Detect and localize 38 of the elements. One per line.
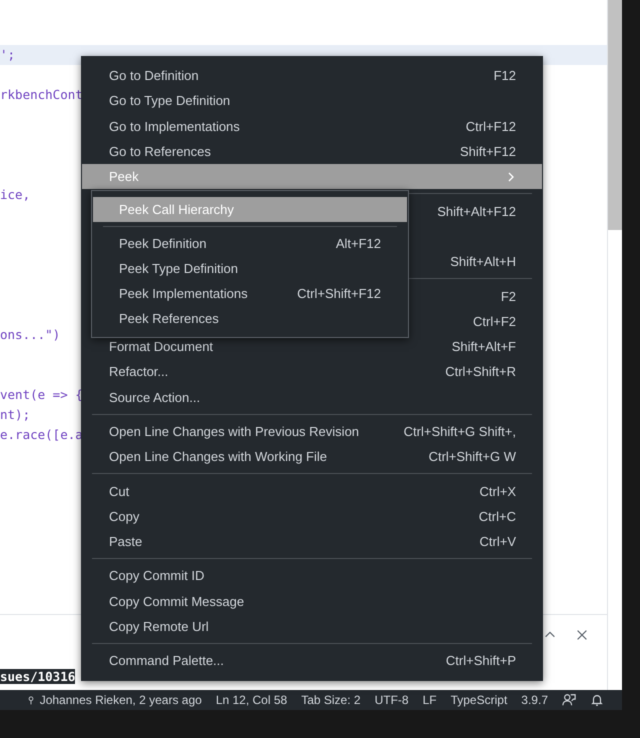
menu-item[interactable]: Peek Type Definition xyxy=(93,256,407,281)
menu-item[interactable]: Peek References xyxy=(93,306,407,331)
close-icon xyxy=(575,628,589,642)
menu-item[interactable]: Cut Ctrl+X xyxy=(82,478,542,504)
menu-item[interactable]: Copy Remote Url xyxy=(82,614,542,640)
menu-item[interactable]: Go to References Shift+F12 xyxy=(82,138,542,164)
feedback-icon xyxy=(562,693,576,707)
menu-item[interactable]: Go to Implementations Ctrl+F12 xyxy=(82,114,542,139)
menu-item[interactable]: Peek Definition Alt+F12 xyxy=(93,231,407,256)
menu-item[interactable]: Refactor... Ctrl+Shift+R xyxy=(82,359,542,385)
menu-item[interactable]: Paste Ctrl+V xyxy=(82,529,542,554)
code-line: ons...") xyxy=(0,327,60,342)
status-item[interactable]: TypeScript xyxy=(450,693,508,707)
terminal-text: sues/10316 xyxy=(0,669,76,684)
menu-item[interactable]: Command Palette... Ctrl+Shift+P xyxy=(82,648,542,674)
status-item[interactable]: UTF-8 xyxy=(374,693,409,707)
code-line: rkbenchCont xyxy=(0,87,83,102)
code-line: nt); xyxy=(0,407,30,422)
code-line: ice, xyxy=(0,187,30,202)
menu-item[interactable]: Copy Ctrl+C xyxy=(82,504,542,530)
menu-item[interactable]: Copy Commit Message xyxy=(82,588,542,614)
code-line: '; xyxy=(0,47,16,62)
menu-item[interactable]: Open Line Changes with Previous Revision Ctrl+Shift+G Shift+, xyxy=(82,418,542,444)
menu-item[interactable]: Open Line Changes with Working File Ctrl+Shift+G W xyxy=(82,444,542,470)
menu-item[interactable]: Format Document Shift+Alt+F xyxy=(82,334,542,360)
bell-icon xyxy=(590,693,604,707)
menu-item[interactable]: Copy Commit ID xyxy=(82,563,542,589)
menu-item[interactable]: Source Action... xyxy=(82,384,542,410)
scrollbar-thumb[interactable] xyxy=(608,0,622,230)
menu-item[interactable]: Peek Implementations Ctrl+Shift+F12 xyxy=(93,281,407,306)
status-item[interactable]: Tab Size: 2 xyxy=(301,693,361,707)
code-line: e.race([e.a xyxy=(0,427,83,442)
status-item[interactable]: LF xyxy=(422,693,437,707)
menu-item[interactable]: Go to Type Definition xyxy=(82,88,542,114)
status-item[interactable]: 3.9.7 xyxy=(521,693,548,707)
menu-item[interactable]: Go to Definition F12 xyxy=(82,63,542,88)
status-item[interactable]: Johannes Rieken, 2 years ago xyxy=(40,693,202,707)
status-item[interactable]: Ln 12, Col 58 xyxy=(216,693,288,707)
